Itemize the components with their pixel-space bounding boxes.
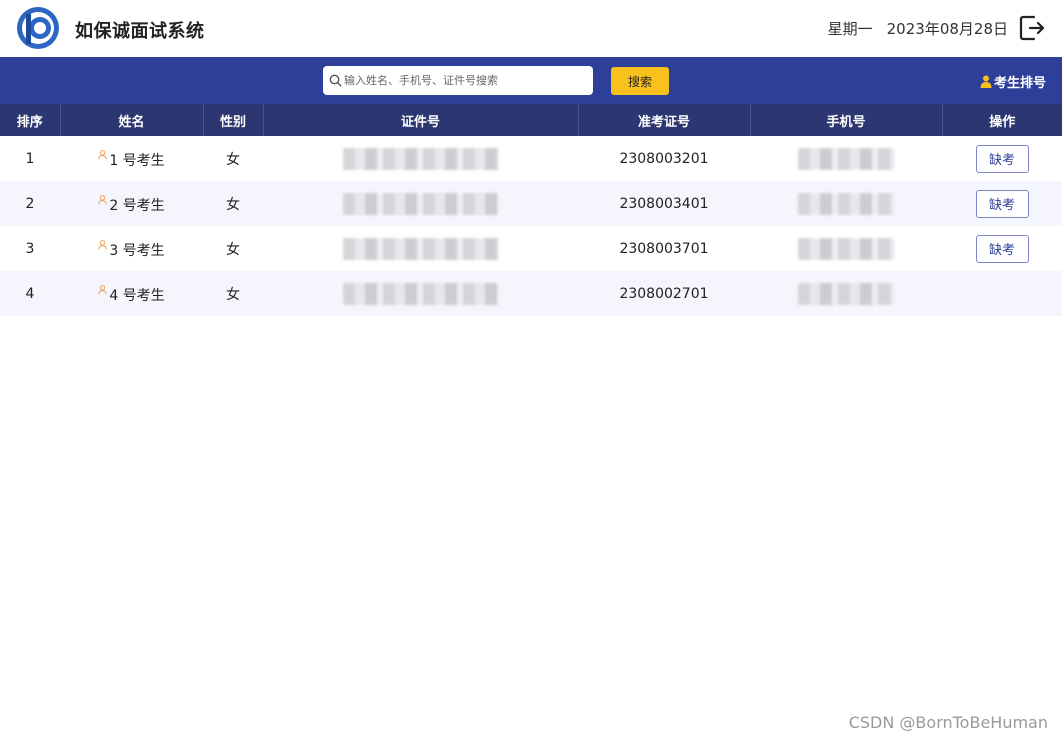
date-label: 2023年08月28日 (886, 19, 1008, 38)
exam-id-cell: 2308002701 (619, 285, 709, 302)
phone-redacted (798, 192, 894, 215)
table-row: 4 4 号考生 女 2308002701 (0, 271, 1062, 316)
column-header-order: 排序 (0, 104, 61, 136)
mark-absent-button[interactable]: 缺考 (975, 234, 1029, 263)
column-header-action: 操作 (989, 114, 1016, 130)
table-header-row: 排序 姓名 性别 证件号 准考证号 手机号 操作 (0, 104, 1062, 136)
candidate-name: 4 号考生 (109, 287, 165, 304)
order-cell: 4 (25, 285, 35, 302)
toolbar: 搜索 考生排号 (0, 57, 1062, 104)
id-number-redacted (342, 282, 499, 305)
candidate-icon (98, 239, 108, 250)
column-header-name: 姓名 (60, 104, 204, 136)
column-header-gender: 性别 (203, 104, 264, 136)
watermark: CSDN @BornToBeHuman (848, 713, 1048, 732)
user-icon (980, 75, 992, 88)
search-input[interactable] (344, 74, 584, 87)
candidate-rank-label: 考生排号 (993, 76, 1046, 91)
candidate-table: 排序 姓名 性别 证件号 准考证号 手机号 操作 1 1 号考生 女 23080… (0, 104, 1062, 316)
phone-redacted (798, 282, 894, 305)
candidate-icon (98, 149, 108, 160)
phone-redacted (798, 237, 894, 260)
search-box[interactable] (323, 66, 593, 95)
exam-id-cell: 2308003401 (619, 195, 709, 212)
gender-cell: 女 (226, 196, 240, 213)
order-cell: 1 (25, 150, 35, 167)
id-number-redacted (342, 237, 499, 260)
exam-id-cell: 2308003201 (619, 150, 709, 167)
action-cell-empty (942, 271, 1062, 316)
weekday-label: 星期一 (827, 19, 873, 38)
logout-icon[interactable] (1018, 14, 1046, 42)
candidate-icon (98, 194, 108, 205)
gender-cell: 女 (226, 241, 240, 258)
name-cell: 3 号考生 (98, 239, 165, 260)
candidate-name: 2 号考生 (109, 197, 165, 214)
app-title: 如保诚面试系统 (75, 21, 205, 42)
search-icon (329, 74, 342, 87)
app-header: 如保诚面试系统 星期一 2023年08月28日 (0, 0, 1062, 57)
app-logo-icon (17, 7, 59, 49)
phone-redacted (798, 147, 894, 170)
candidate-icon (98, 284, 108, 295)
candidate-name: 3 号考生 (109, 242, 165, 259)
name-cell: 4 号考生 (98, 284, 165, 305)
mark-absent-button[interactable]: 缺考 (975, 144, 1029, 173)
candidate-name: 1 号考生 (109, 152, 165, 169)
table-row: 1 1 号考生 女 2308003201 缺考 (0, 136, 1062, 181)
name-cell: 2 号考生 (98, 194, 165, 215)
order-cell: 3 (25, 240, 35, 257)
exam-id-cell: 2308003701 (619, 240, 709, 257)
column-header-exam-id: 准考证号 (578, 104, 751, 136)
header-right: 星期一 2023年08月28日 (828, 14, 1046, 42)
mark-absent-button[interactable]: 缺考 (975, 189, 1029, 218)
id-number-redacted (342, 192, 499, 215)
search-button[interactable]: 搜索 (611, 67, 669, 95)
column-header-id-number: 证件号 (263, 104, 579, 136)
table-row: 2 2 号考生 女 2308003401 缺考 (0, 181, 1062, 226)
order-cell: 2 (25, 195, 35, 212)
name-cell: 1 号考生 (98, 149, 165, 170)
table-row: 3 3 号考生 女 2308003701 缺考 (0, 226, 1062, 271)
id-number-redacted (342, 147, 499, 170)
column-header-phone: 手机号 (750, 104, 943, 136)
gender-cell: 女 (226, 151, 240, 168)
gender-cell: 女 (226, 286, 240, 303)
candidate-rank-link[interactable]: 考生排号 (980, 72, 1046, 91)
